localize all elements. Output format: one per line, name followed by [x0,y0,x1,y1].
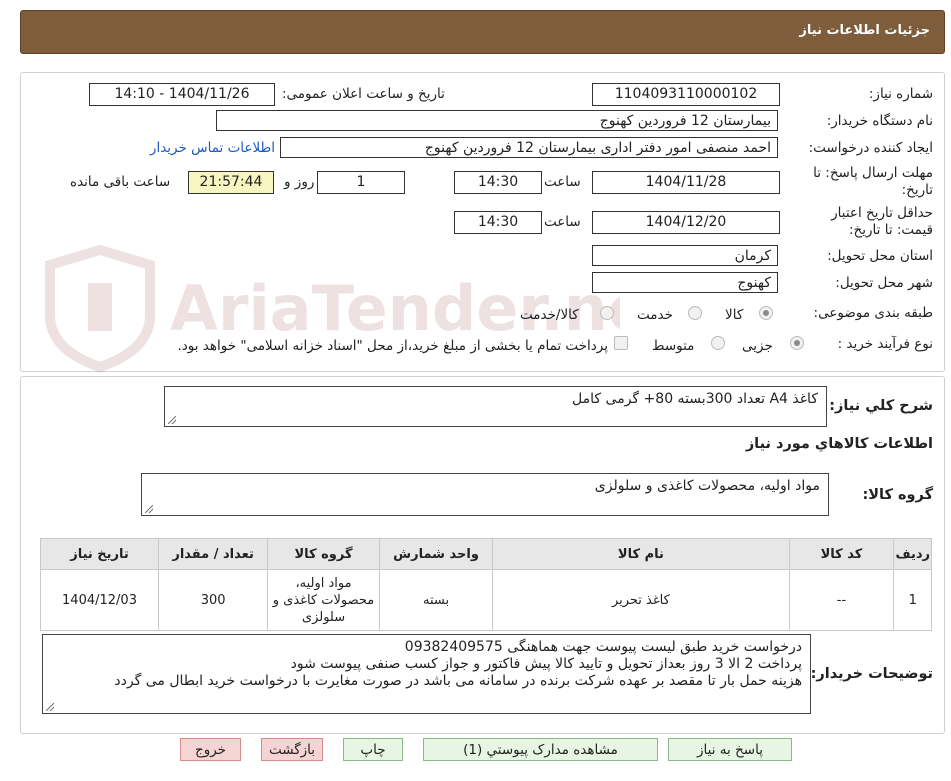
category-radio-goods-service[interactable] [600,306,614,320]
city-field: کهنوج [592,272,778,293]
days-label: روز و [284,174,315,190]
col-header-group: گروه کالا [267,538,380,570]
goods-group-label: گروه کالا: [862,487,933,503]
validity-time-field: 14:30 [454,211,542,234]
province-field: کرمان [592,245,778,266]
resize-grip-icon[interactable] [145,505,153,513]
validity-date-field: 1404/12/20 [592,211,780,234]
cell-group: مواد اولیه، محصولات کاغذی و سلولزی [267,569,380,631]
creator-label: ایجاد کننده درخواست: [808,140,933,156]
city-label: شهر محل تحویل: [835,275,933,291]
view-attachments-button[interactable]: مشاهده مدارک پیوستي (1) [423,738,658,761]
cell-date: 1404/12/03 [39,569,160,631]
process-option-minor: جزیی [742,338,773,354]
resize-grip-icon[interactable] [46,703,54,711]
buyer-field: بیمارستان 12 فروردین کهنوج [216,110,778,131]
payment-note: پرداخت تمام یا بخشی از مبلغ خرید،از محل … [177,338,608,354]
goods-table: ردیف کد کالا نام کالا واحد شمارش گروه کا… [39,538,932,631]
need-number-label: شماره نیاز: [868,86,933,102]
notes-line-2: پرداخت 2 الا 3 روز بعداز تحویل و تایید ک… [290,656,802,672]
deadline-time-field: 14:30 [454,171,542,194]
exit-button[interactable]: خروج [180,738,241,761]
notes-textarea[interactable]: درخواست خرید طبق لیست پیوست جهت هماهنگی … [42,634,811,714]
reply-button[interactable]: پاسخ به نیاز [668,738,792,761]
col-header-qty: تعداد / مقدار [158,538,269,570]
need-number-field: 1104093110000102 [592,83,780,106]
summary-text: کاغذ A4 تعداد 300بسته 80+ گرمی کامل [572,391,818,407]
process-radio-minor[interactable] [790,336,804,350]
page-title: جزئیات اطلاعات نیاز [799,23,930,38]
goods-group-textarea[interactable]: مواد اولیه، محصولات کاغذی و سلولزی [141,473,829,516]
deadline-label: مهلت ارسال پاسخ: تا تاریخ: [813,165,933,198]
province-label: استان محل تحویل: [827,248,933,264]
notes-line-3: هزینه حمل بار تا مقصد بر عهده شرکت برنده… [114,673,802,689]
buyer-label: نام دستگاه خریدار: [826,113,933,129]
creator-field: احمد منصفی امور دفتر اداری بیمارستان 12 … [280,137,778,158]
cell-code: -- [788,569,895,631]
category-label: طبقه بندی موضوعی: [813,305,933,321]
resize-grip-icon[interactable] [168,416,176,424]
announce-label: تاریخ و ساعت اعلان عمومی: [282,86,445,102]
treasury-checkbox[interactable] [614,336,628,350]
deadline-time-label: ساعت [544,174,581,190]
remaining-time-field: 21:57:44 [188,171,274,194]
cell-row: 1 [893,569,932,631]
cell-name: کاغذ تحریر [492,569,790,631]
category-option-service: خدمت [637,307,673,323]
table-row: 1 -- کاغذ تحریر بسته مواد اولیه، محصولات… [39,569,932,631]
process-label: نوع فرآیند خرید : [837,336,933,352]
days-field: 1 [317,171,405,194]
notes-line-1: درخواست خرید طبق لیست پیوست جهت هماهنگی … [404,639,802,655]
buyer-contact-link[interactable]: اطلاعات تماس خریدار [150,140,275,156]
category-radio-service[interactable] [688,306,702,320]
cell-qty: 300 [158,569,269,631]
col-header-code: کد کالا [788,538,895,570]
category-option-goods-service: کالا/خدمت [520,307,579,323]
goods-group-text: مواد اولیه، محصولات کاغذی و سلولزی [594,478,820,494]
remaining-label: ساعت باقی مانده [70,174,171,190]
col-header-unit: واحد شمارش [378,538,494,570]
category-radio-goods[interactable] [759,306,773,320]
page-header: جزئیات اطلاعات نیاز [20,10,945,54]
col-header-name: نام کالا [492,538,790,570]
category-option-goods: کالا [725,307,744,323]
print-button[interactable]: چاپ [343,738,403,761]
goods-table-header: ردیف کد کالا نام کالا واحد شمارش گروه کا… [39,538,932,570]
col-header-row: ردیف [893,538,932,570]
announce-field: 1404/11/26 - 14:10 [89,83,275,106]
process-radio-medium[interactable] [711,336,725,350]
notes-label: توضیحات خریدار: [810,666,933,682]
summary-label: شرح کلي نياز: [829,398,933,414]
back-button[interactable]: بازگشت [261,738,323,761]
validity-time-label: ساعت [544,214,581,230]
process-option-medium: متوسط [652,338,695,354]
cell-unit: بسته [378,569,494,631]
summary-textarea[interactable]: کاغذ A4 تعداد 300بسته 80+ گرمی کامل [164,386,827,427]
goods-section-title: اطلاعات کالاهاي مورد نياز [745,436,933,452]
validity-label: حداقل تاریخ اعتبار قیمت: تا تاریخ: [831,205,933,238]
deadline-date-field: 1404/11/28 [592,171,780,194]
col-header-date: تاریخ نیاز [39,538,160,570]
